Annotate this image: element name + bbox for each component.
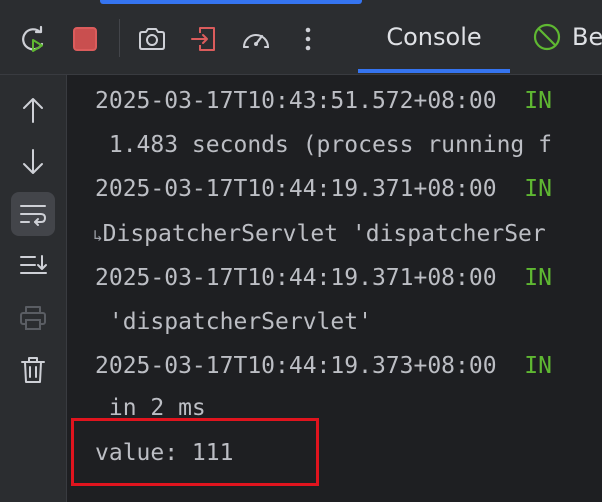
more-icon[interactable]	[291, 22, 325, 56]
tab-console-label: Console	[386, 23, 482, 51]
tab-console-selected-indicator	[358, 69, 510, 73]
log-line: 2025-03-17T10:44:19.371+08:00 IN	[95, 263, 552, 293]
toolbar-separator	[119, 19, 120, 57]
log-message: in 2 ms	[95, 395, 206, 421]
log-message: 'dispatcherServlet'	[95, 309, 372, 335]
up-arrow-icon[interactable]	[11, 88, 55, 132]
rerun-icon[interactable]	[17, 22, 51, 56]
tab-second[interactable]: Be	[532, 0, 602, 74]
log-message: 1.483 seconds (process running f	[95, 132, 552, 158]
log-line: 2025-03-17T10:43:51.572+08:00 IN	[95, 86, 552, 116]
log-timestamp: 2025-03-17T10:44:19.371+08:00	[95, 265, 525, 291]
log-level: IN	[524, 353, 552, 379]
print-icon[interactable]	[11, 296, 55, 340]
log-line: 'dispatcherServlet'	[95, 307, 372, 337]
screenshot-icon[interactable]	[135, 22, 169, 56]
top-accent-bar	[100, 0, 362, 4]
log-timestamp: 2025-03-17T10:44:19.373+08:00	[95, 353, 525, 379]
exit-icon[interactable]	[187, 22, 221, 56]
log-line: ↳DispatcherServlet 'dispatcherSer	[93, 219, 546, 251]
no-entry-icon	[533, 23, 561, 51]
profiler-icon[interactable]	[239, 22, 273, 56]
toolbar: Console Be	[0, 0, 602, 75]
log-line: in 2 ms	[95, 393, 206, 423]
log-line: value: 111	[95, 438, 233, 468]
log-level: IN	[524, 88, 552, 114]
log-line: 2025-03-17T10:44:19.373+08:00 IN	[95, 351, 552, 381]
tab-console[interactable]: Console	[358, 0, 510, 74]
soft-wrap-mark-icon: ↳	[93, 226, 103, 245]
log-line: 2025-03-17T10:44:19.371+08:00 IN	[95, 174, 552, 204]
scroll-to-end-icon[interactable]	[11, 244, 55, 288]
log-line: 1.483 seconds (process running f	[95, 130, 552, 160]
log-level: IN	[524, 176, 552, 202]
console-sidebar	[0, 75, 67, 502]
log-level: IN	[524, 265, 552, 291]
down-arrow-icon[interactable]	[11, 140, 55, 184]
soft-wrap-icon[interactable]	[11, 192, 55, 236]
tab-second-label: Be	[572, 23, 602, 51]
log-timestamp: 2025-03-17T10:43:51.572+08:00	[95, 88, 525, 114]
log-message: value: 111	[95, 440, 234, 466]
console-output[interactable]: 2025-03-17T10:43:51.572+08:00 IN 1.483 s…	[67, 75, 602, 502]
console-tool-window: Console Be 2025-03-17T10:43:51.572+08:00…	[0, 0, 602, 502]
stop-icon[interactable]	[68, 22, 102, 56]
log-message: DispatcherServlet 'dispatcherSer	[102, 221, 546, 247]
log-timestamp: 2025-03-17T10:44:19.371+08:00	[95, 176, 525, 202]
trash-icon[interactable]	[11, 348, 55, 392]
